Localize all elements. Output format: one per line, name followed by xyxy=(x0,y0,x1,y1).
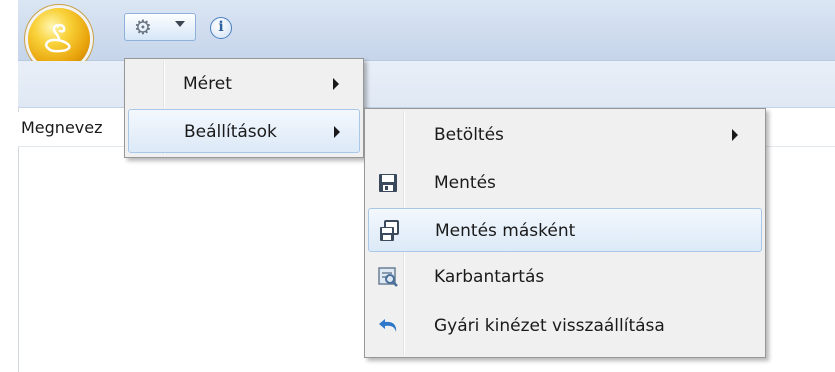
menu-item-label: Karbantartás xyxy=(434,267,545,287)
menu-item-mentes[interactable]: Mentés xyxy=(368,161,762,205)
menu-item-karbantartas[interactable]: Karbantartás xyxy=(368,255,762,299)
menu-item-mentes-maskent[interactable]: Mentés másként xyxy=(368,208,762,252)
info-icon[interactable]: i xyxy=(210,17,232,39)
gear-icon: ⚙ xyxy=(134,15,152,39)
menu-item-beallitasok[interactable]: Beállítások xyxy=(128,109,360,153)
menu-item-gyari-kinezet[interactable]: Gyári kinézet visszaállítása xyxy=(368,304,762,348)
submenu-arrow-icon xyxy=(333,78,339,90)
submenu-arrow-icon xyxy=(334,126,340,138)
caret-down-icon[interactable] xyxy=(175,21,185,27)
save-as-icon xyxy=(380,220,399,241)
floppy-disk-icon xyxy=(379,174,397,192)
menu-item-betoltes[interactable]: Betöltés xyxy=(368,113,762,157)
settings-menu: Méret Beállítások xyxy=(124,58,364,158)
menu-item-label: Mentés xyxy=(434,173,496,193)
settings-button[interactable]: ⚙ xyxy=(124,13,196,41)
cobra-logo-icon xyxy=(45,23,71,53)
undo-arrow-icon xyxy=(379,319,397,332)
menu-item-meret[interactable]: Méret xyxy=(128,62,360,106)
maintenance-icon xyxy=(378,267,398,287)
submenu-arrow-icon xyxy=(732,129,738,141)
menu-item-label: Gyári kinézet visszaállítása xyxy=(434,316,665,336)
menu-item-label: Mentés másként xyxy=(435,221,576,241)
menu-item-label: Méret xyxy=(183,74,232,94)
menu-item-label: Betöltés xyxy=(434,125,504,145)
column-header-label: Megnevez xyxy=(21,118,103,137)
menu-item-label: Beállítások xyxy=(184,122,277,142)
beallitasok-submenu: Betöltés Mentés Mentés másként Karbantar… xyxy=(364,108,766,358)
app-window: ⚙ i Megnevez Méret Beállítások Betöltés xyxy=(0,0,835,372)
